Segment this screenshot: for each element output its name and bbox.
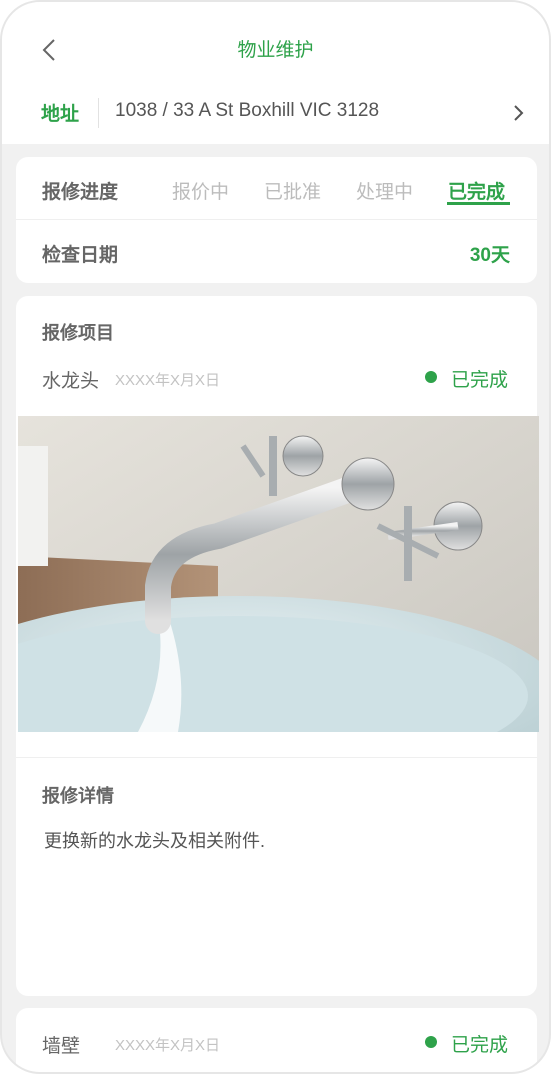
faucet-photo[interactable] — [18, 416, 539, 732]
repair-items-card: 报修项目 水龙头 XXXX年X月X日 已完成 报修详情 更换新的水龙头及相关附件… — [16, 296, 539, 996]
progress-card: 报修进度 报价中 已批准 处理中 已完成 检查日期 30天 — [16, 157, 537, 283]
page-title: 物业维护 — [237, 40, 314, 61]
inspection-value: 30天 — [469, 245, 510, 266]
step-processing[interactable]: 处理中 — [356, 177, 413, 204]
inspection-label: 检查日期 — [42, 245, 119, 266]
top-bar: 物业维护 地址 1038 / 33 A St Boxhill VIC 3128 — [2, 2, 549, 144]
repair-items-title: 报修项目 — [42, 323, 114, 343]
address-value[interactable]: 1038 / 33 A St Boxhill VIC 3128 — [115, 100, 379, 122]
chevron-right-icon[interactable] — [506, 101, 530, 125]
next-item-card[interactable]: 墙壁 XXXX年X月X日 已完成 — [16, 1008, 537, 1072]
item-name: 水龙头 — [42, 371, 100, 392]
item-name: 墙壁 — [42, 1036, 81, 1057]
step-completed[interactable]: 已完成 — [448, 177, 505, 204]
item-status: 已完成 — [451, 1035, 509, 1056]
step-approved[interactable]: 已批准 — [264, 177, 321, 204]
active-step-underline — [447, 202, 510, 205]
item-status: 已完成 — [451, 370, 509, 391]
details-title: 报修详情 — [42, 786, 114, 806]
step-quoting[interactable]: 报价中 — [172, 177, 229, 204]
address-divider — [98, 98, 99, 128]
status-dot-icon — [425, 371, 437, 383]
address-label: 地址 — [41, 104, 80, 125]
divider — [16, 219, 537, 220]
status-dot-icon — [425, 1036, 437, 1048]
item-date: XXXX年X月X日 — [115, 1037, 221, 1054]
divider — [16, 757, 537, 758]
phone-frame: 物业维护 地址 1038 / 33 A St Boxhill VIC 3128 … — [0, 0, 551, 1074]
details-text: 更换新的水龙头及相关附件. — [44, 831, 265, 851]
item-date: XXXX年X月X日 — [115, 372, 221, 389]
progress-label: 报修进度 — [42, 182, 119, 203]
